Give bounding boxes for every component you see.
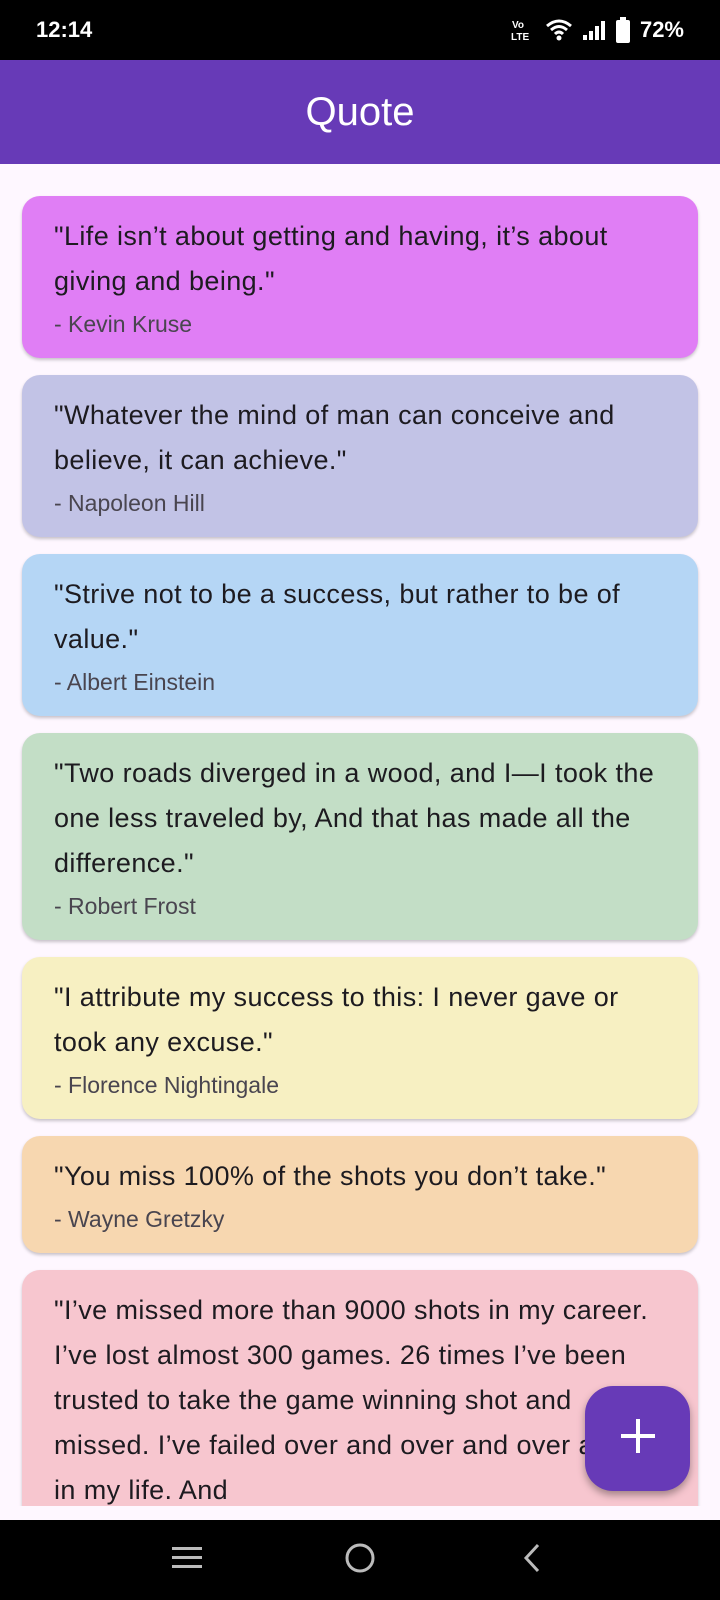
quote-card[interactable]: "Strive not to be a success, but rather … <box>22 554 698 716</box>
home-button[interactable] <box>330 1530 390 1590</box>
quote-text: "I’ve missed more than 9000 shots in my … <box>54 1295 649 1505</box>
quote-text: "You miss 100% of the shots you don’t ta… <box>54 1161 607 1191</box>
back-button[interactable] <box>503 1530 563 1590</box>
quote-card[interactable]: "I attribute my success to this: I never… <box>22 957 698 1119</box>
status-bar: 12:14 Vo LTE 72% <box>0 0 720 60</box>
quote-author: - Albert Einstein <box>54 669 216 695</box>
svg-text:Vo: Vo <box>512 20 524 31</box>
quote-card[interactable]: "Two roads diverged in a wood, and I—I t… <box>22 733 698 940</box>
quote-author: - Florence Nightingale <box>54 1072 280 1098</box>
quote-text: "I attribute my success to this: I never… <box>54 982 619 1057</box>
quote-card[interactable]: "Life isn’t about getting and having, it… <box>22 196 698 358</box>
page-title: Quote <box>305 89 415 134</box>
volte-icon: Vo LTE <box>510 17 536 43</box>
battery-icon <box>615 17 630 43</box>
recent-apps-button[interactable] <box>157 1530 217 1590</box>
quote-text: "Whatever the mind of man can conceive a… <box>54 400 615 475</box>
quote-text: "Two roads diverged in a wood, and I—I t… <box>54 758 655 878</box>
svg-text:LTE: LTE <box>511 32 529 43</box>
quote-list[interactable]: "Life isn’t about getting and having, it… <box>0 164 720 1506</box>
back-icon <box>518 1541 548 1580</box>
quote-author: - Kevin Kruse <box>54 311 193 337</box>
quote-author: - Robert Frost <box>54 893 196 919</box>
quote-card[interactable]: "You miss 100% of the shots you don’t ta… <box>22 1136 698 1253</box>
quote-author: - Wayne Gretzky <box>54 1206 225 1232</box>
menu-icon <box>170 1544 204 1577</box>
add-quote-button[interactable] <box>585 1386 690 1491</box>
quote-text: "Life isn’t about getting and having, it… <box>54 221 608 296</box>
plus-icon <box>618 1416 658 1461</box>
system-nav-bar <box>0 1520 720 1600</box>
status-time: 12:14 <box>36 17 93 42</box>
quote-text: "Strive not to be a success, but rather … <box>54 579 621 654</box>
wifi-icon <box>545 19 572 41</box>
app-bar: Quote <box>0 60 720 164</box>
status-icons: Vo LTE 72% <box>510 17 684 43</box>
quote-card[interactable]: "Whatever the mind of man can conceive a… <box>22 375 698 537</box>
signal-icon <box>582 19 606 41</box>
battery-percent: 72% <box>639 17 684 42</box>
home-icon <box>343 1541 377 1580</box>
quote-author: - Napoleon Hill <box>54 490 205 516</box>
